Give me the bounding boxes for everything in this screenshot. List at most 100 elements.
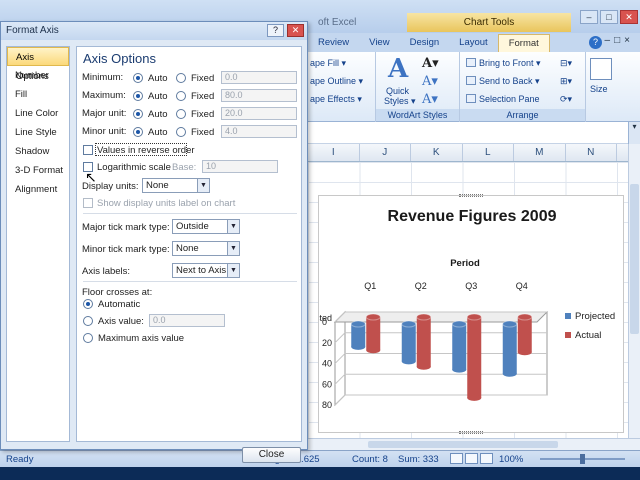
chevron-down-icon[interactable]: ▼ <box>227 264 239 277</box>
bring-to-front-button[interactable]: Bring to Front ▾ <box>466 58 541 69</box>
legend-entry: Projected <box>575 311 615 322</box>
help-icon[interactable]: ? <box>589 36 602 49</box>
reverse-order-checkbox[interactable] <box>83 145 93 155</box>
align-icon[interactable]: ⊟▾ <box>560 58 572 69</box>
major-unit-auto-radio[interactable] <box>133 109 143 119</box>
floor-axis-value-field[interactable]: 0.0 <box>149 314 225 327</box>
size-button[interactable]: Size <box>590 84 608 94</box>
minimum-value-field[interactable]: 0.0 <box>221 71 297 84</box>
minor-unit-fixed-radio[interactable] <box>176 127 186 137</box>
minor-unit-value-field[interactable]: 4.0 <box>221 125 297 138</box>
send-to-back-button[interactable]: Send to Back ▾ <box>466 76 540 87</box>
chevron-down-icon[interactable]: ▼ <box>197 179 209 192</box>
shape-effects-button[interactable]: ape Effects ▾ <box>310 94 362 105</box>
chart-plot[interactable]: 020406080ectedQ1Q2Q3Q4ProjectedActual <box>319 196 625 434</box>
floor-axis-value-label: Axis value: <box>98 316 144 327</box>
wordart-styles-group: A Quick Styles ▾ A▾ A▾ A▾ WordArt Styles <box>376 52 460 122</box>
floor-max-radio[interactable] <box>83 333 93 343</box>
nav-line-style[interactable]: Line Style <box>7 123 69 142</box>
minimum-fixed-radio[interactable] <box>176 73 186 83</box>
chevron-down-icon[interactable]: ▼ <box>227 242 239 255</box>
dialog-help-icon[interactable]: ? <box>267 24 284 37</box>
minor-tick-value: None <box>176 243 199 254</box>
zoom-slider-knob[interactable] <box>580 454 585 464</box>
major-unit-fixed-radio[interactable] <box>176 109 186 119</box>
column-header[interactable]: J <box>360 144 411 161</box>
vertical-scrollbar[interactable] <box>628 144 640 450</box>
text-fill-icon[interactable]: A▾ <box>422 56 439 71</box>
text-effects-icon[interactable]: A▾ <box>422 92 438 107</box>
send-to-back-label: Send to Back <box>479 76 533 86</box>
minor-unit-auto-radio[interactable] <box>133 127 143 137</box>
column-header[interactable]: L <box>463 144 514 161</box>
shape-fill-button[interactable]: ape Fill ▾ <box>310 58 346 69</box>
nav-axis-options[interactable]: Axis Options <box>7 47 69 82</box>
close-button[interactable]: Close <box>242 447 301 463</box>
minimize-icon[interactable]: – <box>580 10 598 24</box>
horizontal-scroll-thumb[interactable] <box>368 441 558 448</box>
major-unit-label: Major unit: <box>82 108 127 119</box>
nav-3d-format[interactable]: 3-D Format <box>7 161 69 180</box>
nav-shadow[interactable]: Shadow <box>7 142 69 161</box>
selection-pane-button[interactable]: Selection Pane <box>466 94 540 104</box>
nav-fill[interactable]: Fill <box>7 85 69 104</box>
vertical-scroll-thumb[interactable] <box>630 184 639 334</box>
y-axis-title: ected <box>319 313 332 323</box>
tab-review[interactable]: Review <box>308 34 359 52</box>
minor-tick-select[interactable]: None ▼ <box>172 241 240 256</box>
show-units-label-checkbox[interactable] <box>83 198 93 208</box>
nav-number[interactable]: Number <box>7 66 69 85</box>
nav-alignment[interactable]: Alignment <box>7 180 69 199</box>
floor-axis-value-radio[interactable] <box>83 316 93 326</box>
quick-styles-icon[interactable]: A <box>388 54 408 84</box>
size-icon[interactable] <box>590 58 612 80</box>
maximum-value-field[interactable]: 80.0 <box>221 89 297 102</box>
tab-view[interactable]: View <box>359 34 399 52</box>
zoom-level[interactable]: 100% <box>499 454 523 465</box>
maximize-icon[interactable]: □ <box>600 10 618 24</box>
normal-view-icon[interactable] <box>450 453 463 464</box>
page-break-view-icon[interactable] <box>480 453 493 464</box>
column-header[interactable]: K <box>411 144 463 161</box>
tab-layout[interactable]: Layout <box>449 34 498 52</box>
text-outline-icon[interactable]: A▾ <box>422 74 438 89</box>
expand-formula-bar-icon[interactable]: ▾ <box>628 122 640 144</box>
tab-format[interactable]: Format <box>497 34 550 52</box>
maximum-auto-radio[interactable] <box>133 91 143 101</box>
column-header[interactable]: N <box>566 144 617 161</box>
maximum-fixed-radio[interactable] <box>176 91 186 101</box>
show-units-label-text: Show display units label on chart <box>97 198 236 209</box>
column-header[interactable]: I <box>308 144 360 161</box>
major-tick-select[interactable]: Outside ▼ <box>172 219 240 234</box>
horizontal-scrollbar[interactable] <box>308 438 640 450</box>
close-icon[interactable]: ✕ <box>620 10 638 24</box>
display-units-select[interactable]: None ▼ <box>142 178 210 193</box>
chevron-down-icon[interactable]: ▼ <box>227 220 239 233</box>
column-header[interactable]: M <box>514 144 566 161</box>
status-count: Count: 8 <box>352 454 388 465</box>
nav-line-color[interactable]: Line Color <box>7 104 69 123</box>
minimum-auto-radio[interactable] <box>133 73 143 83</box>
ribbon-window-controls-icon[interactable]: –□× <box>605 35 634 46</box>
dialog-title-bar[interactable]: Format Axis ? ✕ <box>1 22 307 40</box>
shape-outline-button[interactable]: ape Outline ▾ <box>310 76 363 87</box>
major-unit-auto-label: Auto <box>148 109 168 120</box>
rotate-icon[interactable]: ⟳▾ <box>560 94 572 105</box>
floor-automatic-radio[interactable] <box>83 299 93 309</box>
chart-area[interactable]: Revenue Figures 2009 Period 020406080ect… <box>318 194 625 434</box>
zoom-slider[interactable] <box>540 454 625 464</box>
page-layout-view-icon[interactable] <box>465 453 478 464</box>
category-label: Q4 <box>516 281 528 291</box>
quick-styles-button[interactable]: Quick <box>386 86 409 96</box>
base-value-field[interactable]: 10 <box>202 160 278 173</box>
group-icon[interactable]: ⊞▾ <box>560 76 572 87</box>
dialog-close-icon[interactable]: ✕ <box>287 24 304 37</box>
formula-bar[interactable] <box>308 122 628 144</box>
arrange-group-label: Arrange <box>460 109 585 121</box>
major-unit-value-field[interactable]: 20.0 <box>221 107 297 120</box>
y-tick-label: 60 <box>322 379 332 389</box>
quick-styles-label-2: Styles <box>384 96 409 106</box>
chart-bar-cap <box>502 320 518 328</box>
axis-labels-select[interactable]: Next to Axis ▼ <box>172 263 240 278</box>
tab-design[interactable]: Design <box>400 34 450 52</box>
